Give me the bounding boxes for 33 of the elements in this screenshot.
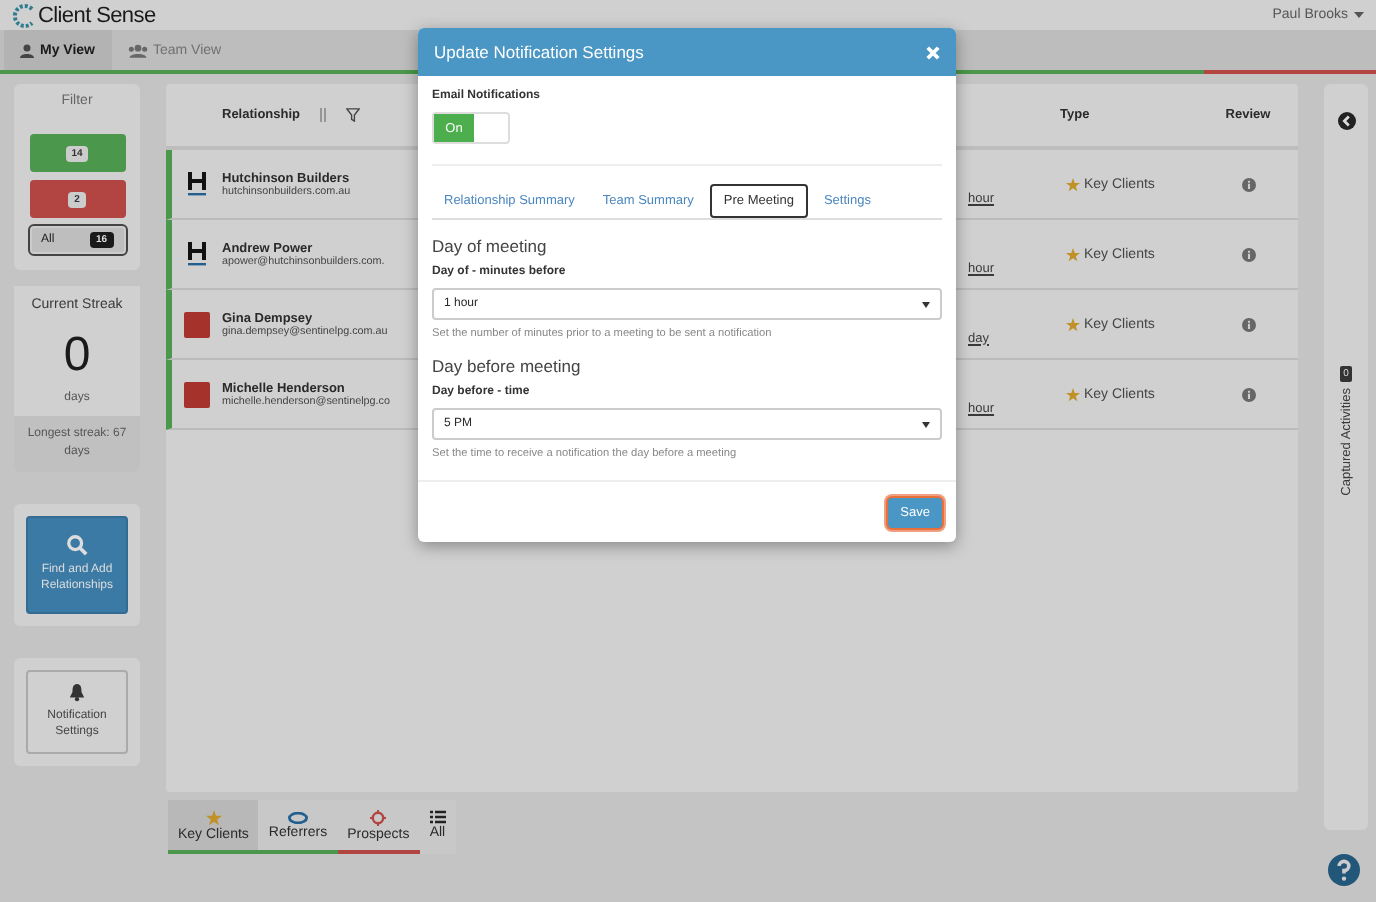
letter-logo-icon bbox=[188, 242, 206, 266]
section-heading: Day of meeting bbox=[432, 236, 549, 256]
filter-icon[interactable] bbox=[346, 108, 361, 122]
photo-placeholder bbox=[184, 311, 210, 337]
star-icon bbox=[1066, 247, 1080, 261]
app-name: Client Sense bbox=[38, 3, 156, 27]
info-icon[interactable] bbox=[1241, 317, 1255, 331]
person-icon bbox=[20, 43, 34, 57]
help-icon[interactable] bbox=[1328, 854, 1360, 886]
caret-icon bbox=[922, 301, 930, 307]
sort-icon[interactable] bbox=[318, 108, 329, 122]
caret-icon bbox=[1354, 12, 1364, 18]
info-icon[interactable] bbox=[1241, 177, 1255, 191]
dialog-title: Update Notification Settings bbox=[434, 42, 644, 62]
info-icon[interactable] bbox=[1241, 247, 1255, 261]
logo-icon bbox=[12, 3, 36, 27]
letter-logo-icon bbox=[188, 172, 206, 196]
caret-icon bbox=[922, 421, 930, 427]
collapse-icon[interactable] bbox=[1337, 112, 1355, 130]
target-icon bbox=[370, 809, 387, 825]
photo-placeholder bbox=[184, 381, 210, 407]
star-icon bbox=[1066, 317, 1080, 331]
section-heading: Day before meeting bbox=[432, 356, 583, 376]
star-icon bbox=[205, 809, 222, 825]
list-icon bbox=[429, 810, 446, 824]
bell-icon bbox=[68, 681, 86, 702]
star-icon bbox=[1066, 177, 1080, 191]
close-icon[interactable] bbox=[926, 45, 940, 59]
info-icon[interactable] bbox=[1241, 387, 1255, 401]
search-icon bbox=[66, 534, 88, 556]
people-icon bbox=[127, 43, 147, 57]
streak-value: 0 bbox=[61, 328, 93, 384]
star-icon bbox=[1066, 387, 1080, 401]
